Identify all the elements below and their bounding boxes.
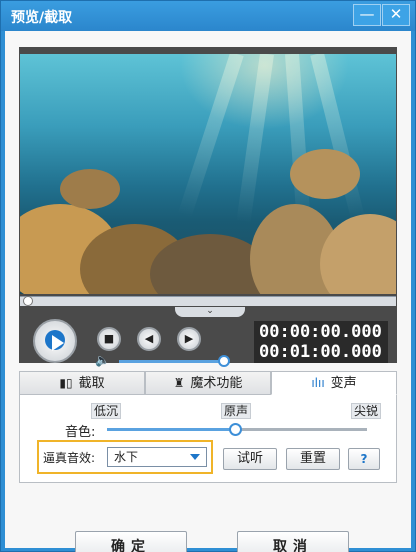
dialog-body: ⌄ ■ ◀ ▶ 🔈 00:00:00.000 00:01:00.000 ▮▯ 截… [5,31,411,552]
step-forward-icon: ▶ [184,332,194,345]
current-time: 00:00:00.000 [259,322,382,342]
soundwave-icon: ılıı [311,376,325,390]
film-cut-icon: ▮▯ [59,376,73,390]
tone-label: 音色: [65,425,96,440]
play-icon [52,335,64,351]
ok-button[interactable]: 确定 [75,531,187,552]
tab-magic[interactable]: ♜ 魔术功能 [145,371,271,395]
light-ray [285,54,311,225]
coral-shape [290,149,360,199]
tab-voice-change-label: 变声 [330,376,357,391]
minimize-button[interactable]: — [353,4,381,26]
previous-frame-button[interactable]: ◀ [137,327,161,351]
feature-tabs: ▮▯ 截取 ♜ 魔术功能 ılıı 变声 [19,371,397,395]
effect-dropdown[interactable]: 水下 [107,447,207,467]
dropdown-arrow-icon [190,454,200,460]
listen-button[interactable]: 试听 [223,448,277,470]
window-title: 预览/截取 [11,10,73,26]
tab-cut[interactable]: ▮▯ 截取 [19,371,145,395]
tone-slider-handle[interactable] [229,423,242,436]
video-frame [20,54,396,294]
tab-magic-label: 魔术功能 [190,376,243,391]
time-display: 00:00:00.000 00:01:00.000 [254,321,388,363]
seek-handle[interactable] [23,296,33,306]
step-back-icon: ◀ [144,332,154,345]
help-button[interactable]: ? [348,448,380,470]
tone-sharp-label: 尖锐 [351,403,382,419]
coral-shape [60,169,120,209]
stop-button[interactable]: ■ [97,327,121,351]
close-button[interactable]: ✕ [382,4,410,26]
total-time: 00:01:00.000 [259,342,382,362]
play-button[interactable] [33,319,77,363]
next-frame-button[interactable]: ▶ [177,327,201,351]
tab-cut-label: 截取 [78,376,105,391]
chevron-down-icon: ⌄ [206,306,214,316]
tone-slider-remaining [235,428,367,431]
cancel-button[interactable]: 取消 [237,531,349,552]
title-bar[interactable]: 预览/截取 — ✕ [1,1,415,31]
reset-button[interactable]: 重置 [286,448,340,470]
tab-voice-change[interactable]: ılıı 变声 [271,371,397,395]
volume-handle[interactable] [217,355,230,367]
seek-bar[interactable] [20,296,396,306]
video-preview-panel: ⌄ ■ ◀ ▶ 🔈 00:00:00.000 00:01:00.000 [19,47,397,367]
effect-selected-value: 水下 [114,450,139,464]
speaker-icon[interactable]: 🔈 [95,353,110,367]
tone-original-label: 原声 [221,403,252,419]
effect-label: 逼真音效: [43,451,96,465]
light-ray [177,54,244,218]
collapse-toggle[interactable]: ⌄ [175,307,245,317]
volume-slider[interactable] [119,360,229,363]
stop-icon: ■ [103,332,115,345]
help-icon: ? [360,452,368,466]
magic-hat-icon: ♜ [173,376,185,390]
preview-dialog: 预览/截取 — ✕ ⌄ ■ ◀ ▶ 🔈 00:00:00.000 00:01:0… [0,0,416,552]
light-ray [236,54,274,224]
tone-low-label: 低沉 [91,403,122,419]
